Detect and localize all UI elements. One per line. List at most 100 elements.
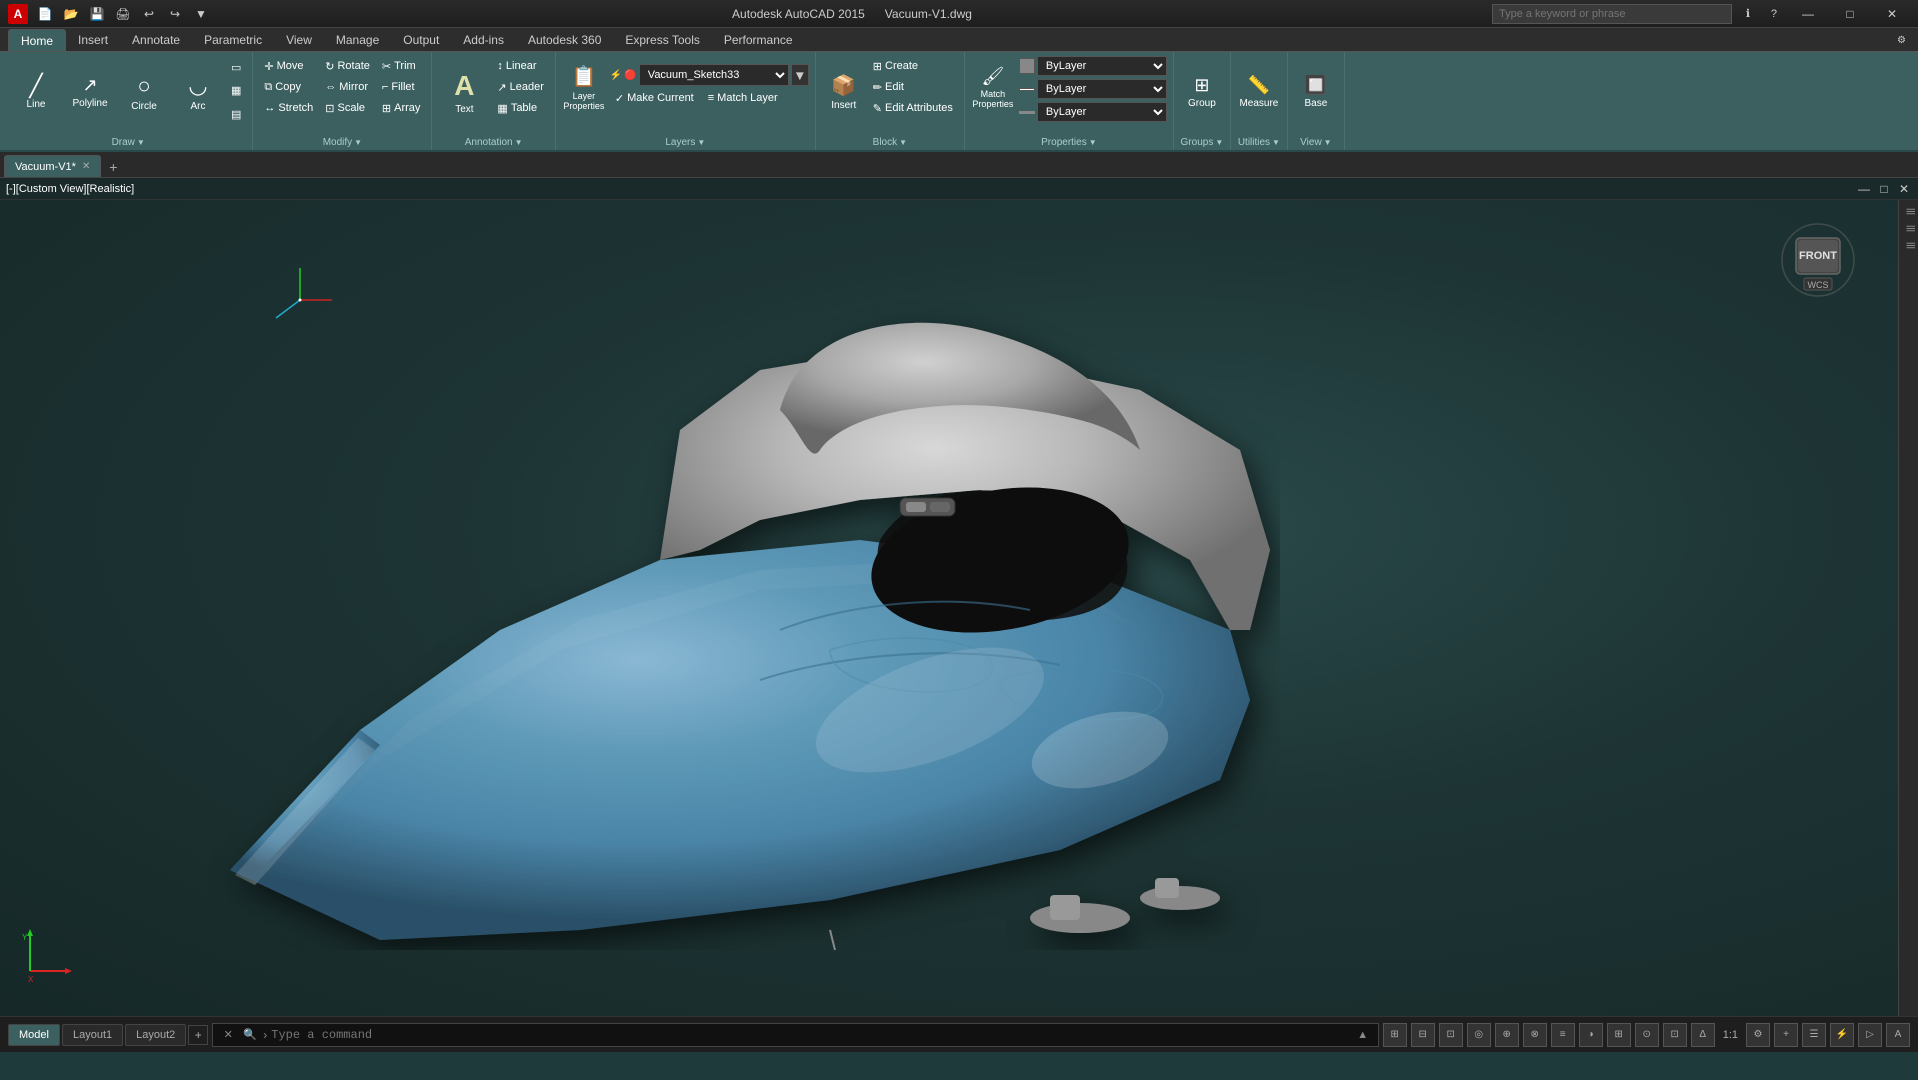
modify-rotate-button[interactable]: ↻ Rotate bbox=[320, 56, 375, 76]
layout-tab-model[interactable]: Model bbox=[8, 1024, 60, 1046]
block-insert-button[interactable]: 📦 Insert bbox=[822, 56, 866, 126]
match-properties-button[interactable]: 🖌 MatchProperties bbox=[971, 56, 1015, 116]
layer-properties-button[interactable]: 📋 LayerProperties bbox=[562, 56, 606, 116]
zoom-icon[interactable]: + bbox=[1774, 1023, 1798, 1047]
make-current-button[interactable]: ✓ Make Current bbox=[610, 88, 699, 108]
utilities-group-label[interactable]: Utilities ▼ bbox=[1237, 135, 1281, 148]
modify-array-button[interactable]: ⊞ Array bbox=[377, 98, 426, 118]
isolate-icon[interactable]: ☰ bbox=[1802, 1023, 1826, 1047]
info-icon[interactable]: ℹ bbox=[1738, 4, 1758, 24]
tab-performance[interactable]: Performance bbox=[712, 29, 805, 51]
layers-group-label[interactable]: Layers ▼ bbox=[562, 135, 809, 148]
properties-group-label[interactable]: Properties ▼ bbox=[971, 135, 1167, 148]
tab-parametric[interactable]: Parametric bbox=[192, 29, 274, 51]
tab-insert[interactable]: Insert bbox=[66, 29, 120, 51]
layout-tab-layout1[interactable]: Layout1 bbox=[62, 1024, 123, 1046]
modify-trim-button[interactable]: ✂ Trim bbox=[377, 56, 426, 76]
tab-manage[interactable]: Manage bbox=[324, 29, 391, 51]
viewport-close[interactable]: ✕ bbox=[1896, 181, 1912, 197]
block-edit-button[interactable]: ✏ Edit bbox=[868, 77, 958, 97]
tab-addins[interactable]: Add-ins bbox=[451, 29, 516, 51]
otrack-icon[interactable]: ⊗ bbox=[1523, 1023, 1547, 1047]
view-cube[interactable]: FRONT WCS bbox=[1778, 220, 1858, 300]
search-input[interactable] bbox=[1492, 4, 1732, 24]
tab-annotate[interactable]: Annotate bbox=[120, 29, 192, 51]
tab-view[interactable]: View bbox=[274, 29, 324, 51]
minimize-button[interactable]: — bbox=[1790, 4, 1826, 24]
qat-redo[interactable]: ↪ bbox=[164, 3, 186, 25]
close-button[interactable]: ✕ bbox=[1874, 4, 1910, 24]
draw-arc-button[interactable]: ◡ Arc bbox=[172, 56, 224, 126]
screencast-icon[interactable]: ▷ bbox=[1858, 1023, 1882, 1047]
linetype-dropdown[interactable]: ByLayer bbox=[1037, 79, 1167, 99]
color-dropdown[interactable]: ByLayer bbox=[1037, 56, 1167, 76]
settings-icon[interactable]: ⚙ bbox=[1746, 1023, 1770, 1047]
tab-a360[interactable]: Autodesk 360 bbox=[516, 29, 613, 51]
block-edit-attrs-button[interactable]: ✎ Edit Attributes bbox=[868, 98, 958, 118]
qat-undo[interactable]: ↩ bbox=[138, 3, 160, 25]
dynin-icon[interactable]: Δ bbox=[1691, 1023, 1715, 1047]
cmd-expand-btn[interactable]: ▲ bbox=[1354, 1026, 1372, 1044]
qat-save[interactable]: 💾 bbox=[86, 3, 108, 25]
annotation-leader-button[interactable]: ↗ Leader bbox=[492, 77, 548, 97]
qat-open[interactable]: 📂 bbox=[60, 3, 82, 25]
annotation-text-button[interactable]: A Text bbox=[438, 56, 490, 126]
viewport-minimize[interactable]: — bbox=[1856, 181, 1872, 197]
cmd-search-btn[interactable]: 🔍 bbox=[241, 1026, 259, 1044]
layer-dropdown-btn[interactable]: ▼ bbox=[791, 64, 809, 86]
layout-tab-layout2[interactable]: Layout2 bbox=[125, 1024, 186, 1046]
draw-gradient-button[interactable]: ▤ bbox=[226, 105, 246, 125]
annotation-group-label[interactable]: Annotation ▼ bbox=[438, 135, 548, 148]
transparency-icon[interactable]: ◑ bbox=[1579, 1023, 1603, 1047]
modify-mirror-button[interactable]: ⇔ Mirror bbox=[320, 77, 375, 97]
new-tab-button[interactable]: + bbox=[103, 157, 123, 177]
modify-group-label[interactable]: Modify ▼ bbox=[259, 135, 425, 148]
right-panel-btn-2[interactable]: ||| bbox=[1901, 221, 1917, 236]
modify-move-button[interactable]: ✛ Move bbox=[259, 56, 318, 76]
lwt-icon[interactable]: ≡ bbox=[1551, 1023, 1575, 1047]
groups-group-label[interactable]: Groups ▼ bbox=[1180, 135, 1224, 148]
right-panel-btn-3[interactable]: ||| bbox=[1901, 238, 1917, 253]
3dosnap-icon[interactable]: ⊙ bbox=[1635, 1023, 1659, 1047]
tab-home[interactable]: Home bbox=[8, 29, 66, 51]
modify-copy-button[interactable]: ⧉ Copy bbox=[259, 77, 318, 97]
annotation-linear-button[interactable]: ↕ Linear bbox=[492, 56, 548, 76]
polar-icon[interactable]: ◎ bbox=[1467, 1023, 1491, 1047]
help-icon[interactable]: ? bbox=[1764, 4, 1784, 24]
sel-cycling-icon[interactable]: ⊞ bbox=[1607, 1023, 1631, 1047]
modify-fillet-button[interactable]: ⌐ Fillet bbox=[377, 77, 426, 97]
doc-tab-vacuum[interactable]: Vacuum-V1* ✕ bbox=[4, 155, 101, 177]
hardware-accel-icon[interactable]: ⚡ bbox=[1830, 1023, 1854, 1047]
right-panel-btn-1[interactable]: ||| bbox=[1901, 204, 1917, 219]
viewport-maximize[interactable]: □ bbox=[1876, 181, 1892, 197]
snap-icon[interactable]: ⊞ bbox=[1383, 1023, 1407, 1047]
block-create-button[interactable]: ⊞ Create bbox=[868, 56, 958, 76]
draw-circle-button[interactable]: ○ Circle bbox=[118, 56, 170, 126]
draw-group-label[interactable]: Draw ▼ bbox=[10, 135, 246, 148]
tab-output[interactable]: Output bbox=[391, 29, 451, 51]
canvas-area[interactable]: X Y FRONT WCS bbox=[0, 200, 1918, 1016]
add-layout-button[interactable]: + bbox=[188, 1025, 208, 1045]
draw-polyline-button[interactable]: ↗ Polyline bbox=[64, 56, 116, 126]
block-group-label[interactable]: Block ▼ bbox=[822, 135, 958, 148]
tab-workspace[interactable]: ⚙ bbox=[1885, 29, 1918, 51]
draw-line-button[interactable]: ╱ Line bbox=[10, 56, 62, 126]
doc-tab-close[interactable]: ✕ bbox=[82, 161, 90, 172]
draw-rect-button[interactable]: ▭ bbox=[226, 57, 246, 77]
measure-button[interactable]: 📏 Measure bbox=[1237, 56, 1281, 126]
command-input[interactable] bbox=[271, 1028, 1349, 1042]
qat-new[interactable]: 📄 bbox=[34, 3, 56, 25]
draw-hatch-button[interactable]: ▦ bbox=[226, 81, 246, 101]
annotation-table-button[interactable]: ▦ Table bbox=[492, 98, 548, 118]
osnap-icon[interactable]: ⊕ bbox=[1495, 1023, 1519, 1047]
view-group-label[interactable]: View ▼ bbox=[1294, 135, 1338, 148]
tab-express[interactable]: Express Tools bbox=[613, 29, 711, 51]
lineweight-dropdown[interactable]: ByLayer bbox=[1037, 102, 1167, 122]
maximize-button[interactable]: □ bbox=[1832, 4, 1868, 24]
grid-icon[interactable]: ⊟ bbox=[1411, 1023, 1435, 1047]
modify-stretch-button[interactable]: ↔ Stretch bbox=[259, 98, 318, 118]
qat-dropdown[interactable]: ▼ bbox=[190, 3, 212, 25]
annotate-vis-icon[interactable]: A bbox=[1886, 1023, 1910, 1047]
layer-select[interactable]: Vacuum_Sketch33 bbox=[639, 64, 789, 86]
dynamic-ucs-icon[interactable]: ⊡ bbox=[1663, 1023, 1687, 1047]
